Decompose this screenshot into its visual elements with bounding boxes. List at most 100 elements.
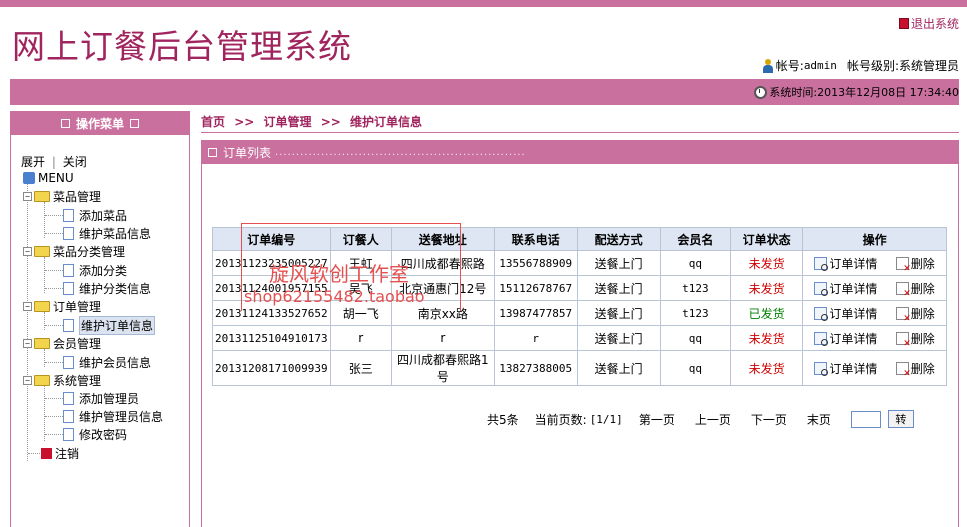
sidebar-group-members[interactable]: − 会员管理	[23, 334, 101, 352]
item-label: 维护菜品信息	[79, 226, 152, 241]
page-icon	[63, 409, 74, 423]
account-label: 帐号:	[775, 59, 804, 73]
sidebar-item-add-category[interactable]: 添加分类	[63, 261, 127, 279]
collapse-toggle-icon[interactable]: −	[23, 301, 32, 311]
sidebar: 操作菜单 展开 | 关闭 MENU − 菜品管理 添加菜品 维护菜品信息 − 菜…	[10, 111, 190, 527]
contact-phone: 13827388005	[493, 350, 578, 386]
actions-cell: 订单详情 删除	[802, 325, 947, 351]
sidebar-group-dishes[interactable]: − 菜品管理	[23, 187, 101, 205]
sidebar-group-categories[interactable]: − 菜品分类管理	[23, 242, 125, 260]
delivery-method: 送餐上门	[576, 325, 661, 351]
exit-icon	[41, 447, 52, 459]
delete-link[interactable]: 删除	[895, 360, 935, 379]
expand-link[interactable]: 展开	[21, 155, 45, 169]
go-button[interactable]: 转	[887, 410, 914, 428]
sidebar-group-orders[interactable]: − 订单管理	[23, 297, 101, 315]
sidebar-item-maintain-admins[interactable]: 维护管理员信息	[63, 407, 163, 425]
col-header: 操作	[802, 227, 947, 251]
view-icon	[814, 306, 829, 321]
level-label: 帐号级别:	[846, 59, 899, 73]
menu-root: MENU	[23, 169, 74, 187]
expand-collapse: 展开 | 关闭	[21, 153, 87, 170]
item-label: 维护分类信息	[79, 281, 152, 296]
order-id: 20131208171009939	[212, 350, 331, 386]
table-row: 20131208171009939 张三 四川成都春熙路1号 138273880…	[212, 350, 947, 386]
col-header: 订餐人	[329, 227, 392, 251]
sidebar-item-add-admin[interactable]: 添加管理员	[63, 389, 139, 407]
member-name: qq	[659, 325, 732, 351]
sidebar-group-system[interactable]: − 系统管理	[23, 371, 101, 389]
collapse-toggle-icon[interactable]: −	[23, 375, 32, 385]
logout-link[interactable]: 退出系统	[898, 15, 959, 32]
sidebar-item-maintain-orders[interactable]: 维护订单信息	[63, 315, 156, 335]
square-icon	[130, 118, 139, 128]
contact-phone: 15112678767	[493, 275, 578, 301]
item-label: 添加分类	[79, 263, 128, 278]
col-header: 配送方式	[576, 227, 661, 251]
last-page-link[interactable]: 末页	[807, 411, 831, 428]
delete-link[interactable]: 删除	[895, 280, 935, 299]
time-value: 2013年12月08日 17:34:40	[817, 86, 959, 99]
member-name: t123	[659, 275, 732, 301]
member-name: qq	[659, 350, 732, 386]
current-page-label: 当前页数:	[534, 412, 587, 427]
sidebar-item-maintain-members[interactable]: 维护会员信息	[63, 353, 151, 371]
sidebar-heading: 操作菜单	[11, 111, 189, 135]
sidebar-item-add-dish[interactable]: 添加菜品	[63, 206, 127, 224]
watermark-url: shop62155482.taobao	[244, 287, 425, 306]
order-detail-link[interactable]: 订单详情	[814, 360, 877, 377]
next-page-link[interactable]: 下一页	[751, 411, 787, 428]
collapse-toggle-icon[interactable]: −	[23, 246, 32, 256]
item-label: 添加管理员	[79, 391, 140, 406]
breadcrumb-divider	[201, 132, 959, 133]
watermark-text: 旋风软创工作室	[269, 262, 409, 286]
orders-table: 订单编号 订餐人 送餐地址 联系电话 配送方式 会员名 订单状态 操作 2013…	[212, 227, 947, 386]
op-label: 删除	[910, 331, 935, 346]
contact-phone: 13556788909	[493, 250, 578, 276]
breadcrumb-section[interactable]: 订单管理	[264, 115, 312, 129]
op-label: 删除	[910, 361, 935, 376]
square-icon	[208, 147, 217, 157]
col-header: 联系电话	[493, 227, 578, 251]
page-icon	[63, 208, 74, 222]
op-label: 订单详情	[829, 331, 878, 346]
order-detail-link[interactable]: 订单详情	[814, 330, 877, 347]
separator: |	[51, 155, 56, 169]
menu-icon	[23, 172, 35, 184]
delete-icon	[895, 306, 911, 324]
delete-link[interactable]: 删除	[895, 255, 935, 274]
order-detail-link[interactable]: 订单详情	[814, 255, 877, 272]
sidebar-item-maintain-categories[interactable]: 维护分类信息	[63, 279, 151, 297]
page-icon	[63, 281, 74, 295]
collapse-link[interactable]: 关闭	[63, 155, 87, 169]
member-name: qq	[659, 250, 732, 276]
sidebar-item-logout[interactable]: 注销	[41, 444, 79, 462]
system-time: 系统时间: 2013年12月08日 17:34:40	[754, 84, 959, 100]
delivery-address: r	[390, 325, 495, 351]
breadcrumb-home[interactable]: 首页	[201, 115, 225, 129]
breadcrumb: 首页 >> 订单管理 >> 维护订单信息	[201, 113, 422, 130]
collapse-toggle-icon[interactable]: −	[23, 338, 32, 348]
collapse-toggle-icon[interactable]: −	[23, 191, 32, 201]
first-page-link[interactable]: 第一页	[639, 411, 675, 428]
delete-link[interactable]: 删除	[895, 330, 935, 349]
order-detail-link[interactable]: 订单详情	[814, 305, 877, 322]
logout-label: 退出系统	[910, 17, 959, 31]
actions-cell: 订单详情 删除	[802, 350, 947, 386]
op-label: 订单详情	[829, 281, 878, 296]
prev-page-link[interactable]: 上一页	[695, 411, 731, 428]
sidebar-item-maintain-dishes[interactable]: 维护菜品信息	[63, 224, 151, 242]
page-icon	[63, 355, 74, 369]
actions-cell: 订单详情 删除	[802, 250, 947, 276]
page-icon	[63, 263, 74, 277]
delete-icon	[895, 361, 911, 379]
page-number-input[interactable]	[850, 410, 881, 428]
delivery-method: 送餐上门	[576, 250, 661, 276]
delete-link[interactable]: 删除	[895, 305, 935, 324]
sidebar-item-change-password[interactable]: 修改密码	[63, 425, 127, 443]
time-label: 系统时间:	[769, 86, 818, 99]
order-detail-link[interactable]: 订单详情	[814, 280, 877, 297]
orderer-name: r	[329, 325, 392, 351]
pager: 共5条 当前页数: [1/1] 第一页 上一页 下一页 末页 转	[487, 410, 914, 428]
breadcrumb-page[interactable]: 维护订单信息	[350, 115, 422, 129]
